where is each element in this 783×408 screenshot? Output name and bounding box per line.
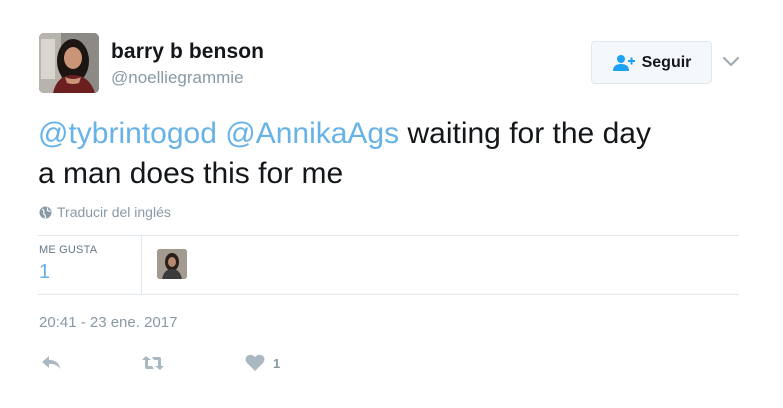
like-count: 1 [273, 355, 281, 371]
translate-label: Traducir del inglés [57, 204, 171, 220]
divider [38, 294, 739, 295]
tweet-text-part: waiting for the day [407, 117, 651, 150]
author-avatar[interactable] [39, 33, 99, 93]
author-handle[interactable]: @noelliegrammie [111, 68, 244, 88]
divider [141, 236, 142, 294]
retweet-button[interactable] [141, 352, 165, 374]
heart-icon [245, 354, 265, 371]
tweet-text: @tybrintogod @AnnikaAgs waiting for the … [38, 114, 738, 194]
tweet-text-part: a man does this for me [38, 157, 344, 190]
reply-icon [42, 356, 60, 369]
likes-label: ME GUSTA [39, 244, 98, 256]
translate-link[interactable]: Traducir del inglés [39, 204, 171, 220]
tweet-card: barry b benson @noelliegrammie Seguir @t… [0, 0, 783, 408]
likes-count[interactable]: 1 [39, 261, 50, 284]
like-button[interactable]: 1 [245, 352, 280, 374]
tweet-timestamp[interactable]: 20:41 - 23 ene. 2017 [39, 314, 177, 331]
follow-button[interactable]: Seguir [591, 41, 712, 84]
author-display-name[interactable]: barry b benson [111, 40, 264, 64]
divider [38, 235, 739, 236]
liker-avatar[interactable] [157, 249, 187, 279]
mention-link[interactable]: @tybrintogod [38, 117, 217, 150]
retweet-icon [142, 356, 164, 370]
follow-button-label: Seguir [641, 53, 692, 71]
profile-photo [157, 249, 187, 279]
profile-photo [39, 33, 99, 93]
add-user-icon [612, 54, 635, 71]
reply-button[interactable] [40, 352, 62, 374]
globe-icon [39, 206, 52, 218]
chevron-down-icon[interactable] [722, 54, 740, 68]
mention-link[interactable]: @AnnikaAgs [225, 117, 399, 150]
